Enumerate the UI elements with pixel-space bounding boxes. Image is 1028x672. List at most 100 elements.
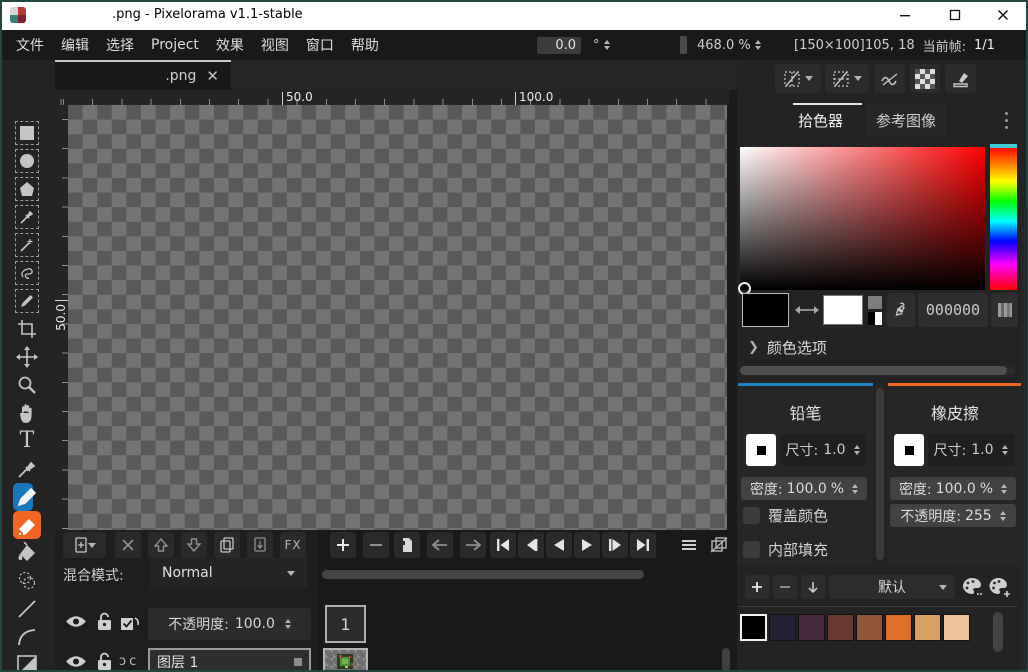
dithering-button[interactable]: [910, 64, 940, 93]
layer-visibility-toggle[interactable]: [65, 654, 87, 669]
menu-view[interactable]: 视图: [259, 33, 291, 57]
size-spinner[interactable]: [1002, 442, 1008, 458]
clone-layer-button[interactable]: [214, 532, 240, 558]
play-button[interactable]: [574, 532, 600, 558]
horizontal-ruler[interactable]: 50.0 100.0: [55, 90, 729, 105]
zoom-value[interactable]: 468.0 %: [697, 38, 751, 53]
remove-frame-button[interactable]: [363, 532, 389, 558]
color-options-expander[interactable]: ❯ 颜色选项: [748, 337, 827, 358]
timeline-settings-button[interactable]: [676, 532, 702, 558]
menu-file[interactable]: 文件: [14, 33, 46, 57]
remove-layer-button[interactable]: [115, 532, 141, 558]
lasso-select-tool[interactable]: [13, 259, 41, 287]
maximize-button[interactable]: [933, 0, 977, 30]
menu-window[interactable]: 窗口: [304, 33, 336, 57]
remove-color-button[interactable]: [773, 575, 797, 599]
pencil-size-spinbox[interactable]: 尺寸: 1.0: [780, 434, 866, 466]
bucket-tool[interactable]: [13, 539, 41, 567]
zoom-slider-grabber[interactable]: [680, 36, 687, 54]
rotation-spinner[interactable]: [604, 37, 610, 53]
tab-close-icon[interactable]: ✕: [206, 69, 219, 84]
secondary-color-swatch[interactable]: [823, 295, 863, 325]
sort-palette-button[interactable]: [801, 575, 825, 599]
onion-skinning-button[interactable]: [706, 532, 732, 558]
default-colors-gray-swatch[interactable]: [868, 296, 882, 309]
density-spinner[interactable]: [852, 481, 858, 497]
global-lock-toggle[interactable]: [97, 612, 112, 631]
play-backwards-button[interactable]: [546, 532, 572, 558]
primary-color-swatch[interactable]: [742, 293, 789, 327]
scrollbar-thumb[interactable]: [740, 366, 1007, 375]
fill-inside-checkbox[interactable]: 内部填充: [743, 539, 828, 560]
eraser-density-slider[interactable]: 密度: 100.0 %: [890, 477, 1016, 500]
layer-link-toggle[interactable]: ɔc: [119, 654, 136, 669]
add-frame-button[interactable]: [330, 532, 356, 558]
timeline-horizontal-scrollbar[interactable]: [322, 570, 644, 579]
size-spinner[interactable]: [854, 442, 860, 458]
move-frame-right-button[interactable]: [460, 532, 486, 558]
saturation-value-box[interactable]: [740, 147, 985, 290]
timeline-vertical-scrollbar[interactable]: [722, 648, 730, 672]
default-colors-bw-swatch[interactable]: [868, 312, 882, 325]
palette-scrollbar[interactable]: [993, 612, 1003, 652]
eraser-brush-button[interactable]: [894, 434, 924, 466]
screen-color-picker-button[interactable]: [887, 293, 915, 327]
palette-swatch[interactable]: [914, 614, 941, 641]
rectangle-select-tool[interactable]: [13, 119, 41, 147]
expand-layers-toggle[interactable]: [120, 614, 140, 631]
color-select-tool[interactable]: [13, 203, 41, 231]
hue-slider-grabber[interactable]: [990, 144, 1017, 148]
new-palette-button[interactable]: [988, 575, 1012, 599]
frame-cel-thumbnail[interactable]: [323, 648, 368, 672]
clone-frame-button[interactable]: [394, 532, 420, 558]
paint-select-tool[interactable]: [13, 287, 41, 315]
document-tab[interactable]: .png ✕: [55, 60, 231, 90]
density-spinner[interactable]: [1001, 481, 1007, 497]
tab-color-picker[interactable]: 拾色器: [798, 110, 843, 131]
magic-wand-tool[interactable]: [13, 231, 41, 259]
frame-1-header-button[interactable]: 1: [325, 605, 366, 643]
ellipse-select-tool[interactable]: [13, 147, 41, 175]
overwrite-color-checkbox[interactable]: 覆盖颜色: [743, 505, 828, 526]
pencil-tool[interactable]: [13, 483, 41, 511]
crop-tool[interactable]: [13, 315, 41, 343]
menu-select[interactable]: 选择: [104, 33, 136, 57]
menu-project[interactable]: Project: [149, 35, 201, 55]
right-edge-scrollbar[interactable]: [1021, 205, 1027, 670]
menu-help[interactable]: 帮助: [349, 33, 381, 57]
polygon-select-tool[interactable]: [13, 175, 41, 203]
palette-select-dropdown[interactable]: 默认: [829, 575, 955, 599]
edit-palette-button[interactable]: [961, 575, 985, 599]
pencil-brush-button[interactable]: [746, 434, 776, 466]
rectangle-shape-tool[interactable]: [13, 651, 41, 672]
tab-reference-images[interactable]: 参考图像: [866, 105, 946, 135]
pixel-perfect-button[interactable]: [874, 64, 905, 93]
layer-opacity-spinner[interactable]: [285, 616, 291, 632]
swap-colors-button[interactable]: [794, 300, 820, 320]
color-picker-tool[interactable]: [13, 455, 41, 483]
ink-button[interactable]: [945, 64, 976, 93]
hue-slider[interactable]: [990, 147, 1017, 290]
tool-panel-scrollbar[interactable]: [876, 388, 884, 560]
canvas-viewport[interactable]: [68, 105, 727, 530]
eraser-size-spinbox[interactable]: 尺寸: 1.0: [928, 434, 1014, 466]
add-color-button[interactable]: [745, 575, 769, 599]
move-frame-left-button[interactable]: [427, 532, 453, 558]
opacity-spinner[interactable]: [1000, 508, 1006, 524]
layer-name-field[interactable]: 图层 1: [148, 648, 311, 672]
zoom-tool[interactable]: [13, 371, 41, 399]
text-tool[interactable]: T: [13, 427, 41, 455]
palette-swatch[interactable]: [769, 614, 796, 641]
horizontal-mirror-button[interactable]: [775, 64, 821, 93]
tab-menu-icon[interactable]: [1005, 112, 1008, 129]
pencil-density-slider[interactable]: 密度: 100.0 %: [741, 477, 867, 500]
go-to-first-frame-button[interactable]: [490, 532, 516, 558]
palette-swatch[interactable]: [885, 614, 912, 641]
vertical-mirror-button[interactable]: [825, 64, 869, 93]
blend-mode-dropdown[interactable]: Normal: [150, 558, 307, 588]
hex-color-field[interactable]: 000000: [918, 293, 988, 327]
layer-lock-toggle[interactable]: [97, 652, 112, 671]
palette-swatch[interactable]: [943, 614, 970, 641]
eraser-opacity-slider[interactable]: 不透明度: 255: [890, 504, 1016, 527]
color-panel-scrollbar[interactable]: [739, 366, 1015, 375]
